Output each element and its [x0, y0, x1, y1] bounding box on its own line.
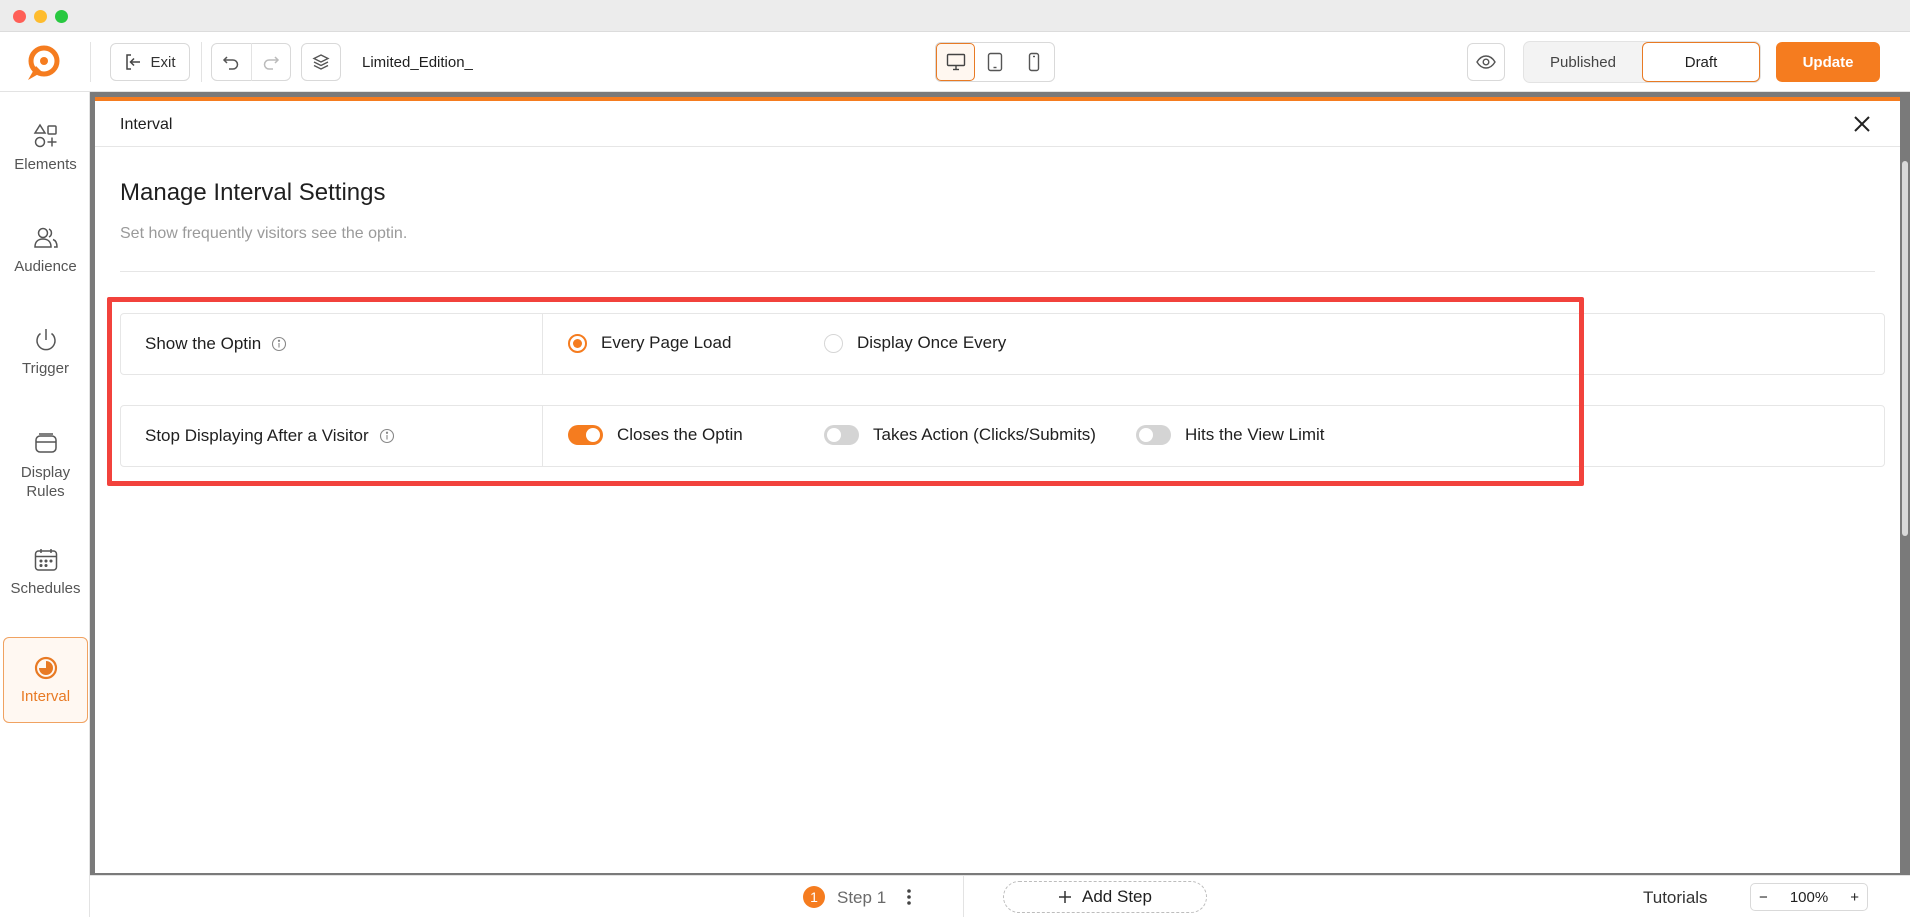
- interval-settings-panel: Interval Manage Interval Settings Set ho…: [95, 101, 1908, 873]
- tablet-icon: [987, 52, 1003, 72]
- sidebar-item-elements[interactable]: Elements: [3, 120, 88, 176]
- desktop-icon: [946, 53, 965, 71]
- show-optin-label: Show the Optin: [145, 334, 262, 353]
- redo-button[interactable]: [250, 43, 290, 81]
- exit-button[interactable]: Exit: [110, 43, 190, 81]
- tablet-view-button[interactable]: [975, 43, 1014, 81]
- exit-icon: [126, 54, 141, 70]
- toolbar-divider: [201, 42, 202, 82]
- sidebar-item-trigger[interactable]: Trigger: [3, 324, 88, 380]
- option-label: Takes Action (Clicks/Submits): [873, 425, 1096, 444]
- every-page-load-radio[interactable]: [568, 333, 587, 353]
- show-optin-row: Show the Optin Every Page Load Display O…: [120, 313, 1885, 375]
- option-label: Closes the Optin: [617, 425, 743, 444]
- toolbar-divider: [90, 42, 91, 82]
- layers-button[interactable]: [301, 43, 341, 81]
- sidebar-item-interval[interactable]: Interval: [3, 637, 88, 723]
- more-vertical-icon[interactable]: [904, 887, 914, 907]
- zoom-in-button[interactable]: +: [1850, 889, 1859, 906]
- section-divider: [120, 271, 1875, 272]
- window-minimize-dot[interactable]: [34, 10, 47, 23]
- calendar-icon: [34, 548, 57, 571]
- desktop-view-button[interactable]: [936, 43, 976, 81]
- stop-displaying-label: Stop Displaying After a Visitor: [145, 426, 369, 445]
- panel-header: Interval: [95, 101, 1900, 147]
- device-preview-group: [935, 42, 1055, 82]
- info-icon[interactable]: [379, 428, 395, 444]
- bottom-step-bar: 1 Step 1 Add Step Tutorials − 100% +: [90, 875, 1910, 917]
- stop-displaying-label-group: Stop Displaying After a Visitor: [145, 426, 395, 446]
- option-label: Display Once Every: [857, 333, 1007, 352]
- redo-icon: [263, 56, 280, 70]
- bottom-bar-divider: [963, 876, 964, 917]
- row-column-divider: [542, 406, 543, 466]
- option-label: Hits the View Limit: [1185, 425, 1325, 444]
- hits-view-limit-toggle[interactable]: [1136, 425, 1171, 445]
- option-label: Every Page Load: [601, 333, 732, 352]
- audience-icon: [33, 227, 58, 248]
- zoom-out-button[interactable]: −: [1759, 889, 1768, 906]
- add-step-button[interactable]: Add Step: [1003, 881, 1207, 913]
- window-zoom-dot[interactable]: [55, 10, 68, 23]
- window-titlebar: [0, 0, 1910, 32]
- step-label[interactable]: Step 1: [837, 888, 886, 908]
- draft-option[interactable]: Draft: [1642, 42, 1760, 82]
- display-once-every-option[interactable]: Display Once Every: [824, 333, 1006, 353]
- left-sidebar: Elements Audience Trigger Display Rules …: [0, 92, 90, 917]
- layers-icon: [312, 54, 330, 70]
- sidebar-item-label: Schedules: [10, 579, 81, 597]
- display-rules-icon: [34, 433, 57, 453]
- sidebar-item-schedules[interactable]: Schedules: [3, 544, 88, 600]
- mobile-icon: [1029, 52, 1040, 72]
- window-close-dot[interactable]: [13, 10, 26, 23]
- preview-button[interactable]: [1467, 43, 1505, 81]
- display-once-every-radio[interactable]: [824, 333, 843, 353]
- info-icon[interactable]: [271, 336, 287, 352]
- page-subtitle: Set how frequently visitors see the opti…: [120, 225, 408, 242]
- app-logo-icon[interactable]: [22, 42, 64, 84]
- sidebar-item-label: Elements: [14, 155, 77, 173]
- undo-button[interactable]: [212, 43, 251, 81]
- mobile-view-button[interactable]: [1015, 43, 1054, 81]
- closes-optin-option[interactable]: Closes the Optin: [568, 425, 743, 445]
- exit-label: Exit: [150, 53, 176, 71]
- elements-icon: [33, 123, 57, 147]
- document-title[interactable]: Limited_Edition_: [362, 54, 473, 71]
- sidebar-item-label: Interval: [20, 687, 71, 705]
- top-toolbar: Exit Limited_Edition_ Published Draft Up…: [0, 32, 1910, 92]
- published-option[interactable]: Published: [1524, 42, 1642, 82]
- close-icon[interactable]: [1852, 114, 1872, 134]
- closes-optin-toggle[interactable]: [568, 425, 603, 445]
- sidebar-item-label: Display Rules: [20, 464, 71, 500]
- plus-icon: [1059, 891, 1072, 903]
- panel-scrollbar[interactable]: [1902, 161, 1908, 536]
- panel-header-title: Interval: [120, 116, 173, 133]
- hits-view-limit-option[interactable]: Hits the View Limit: [1136, 425, 1325, 445]
- interval-icon: [34, 656, 57, 679]
- show-optin-label-group: Show the Optin: [145, 334, 287, 354]
- takes-action-option[interactable]: Takes Action (Clicks/Submits): [824, 425, 1096, 445]
- zoom-level: 100%: [1789, 888, 1829, 906]
- sidebar-item-audience[interactable]: Audience: [3, 222, 88, 278]
- sidebar-item-label: Trigger: [22, 359, 69, 377]
- page-title: Manage Interval Settings: [120, 179, 386, 206]
- add-step-label: Add Step: [1082, 887, 1152, 906]
- stop-displaying-row: Stop Displaying After a Visitor Closes t…: [120, 405, 1885, 467]
- sidebar-item-label: Audience: [14, 257, 77, 275]
- update-button[interactable]: Update: [1776, 42, 1880, 82]
- step-number-badge: 1: [803, 886, 825, 908]
- row-column-divider: [542, 314, 543, 374]
- undo-redo-group: [211, 43, 291, 81]
- takes-action-toggle[interactable]: [824, 425, 859, 445]
- publish-status-toggle: Published Draft: [1523, 41, 1761, 83]
- undo-icon: [223, 56, 239, 70]
- tutorials-link[interactable]: Tutorials: [1643, 888, 1708, 908]
- every-page-load-option[interactable]: Every Page Load: [568, 333, 731, 353]
- power-icon: [35, 328, 56, 350]
- sidebar-item-display-rules[interactable]: Display Rules: [3, 426, 88, 506]
- eye-icon: [1476, 55, 1496, 69]
- zoom-control: − 100% +: [1750, 883, 1868, 911]
